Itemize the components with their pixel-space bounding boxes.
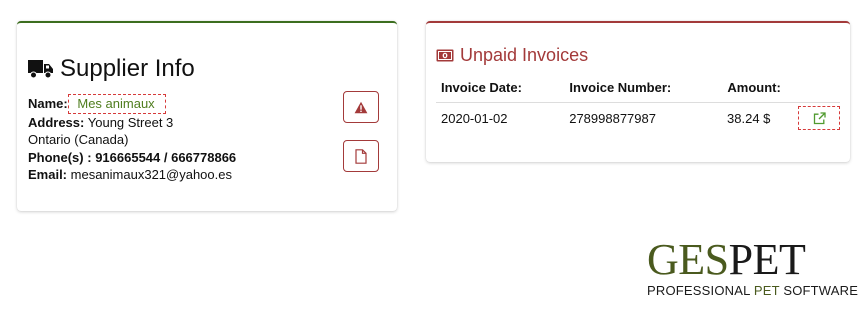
truck-icon — [28, 60, 53, 79]
logo-ges: GES — [647, 235, 729, 284]
invoice-date-cell: 2020-01-02 — [441, 110, 508, 126]
supplier-name-value[interactable]: Mes animaux — [68, 94, 166, 114]
supplier-info-card: Supplier Info Name: Mes animaux Address:… — [17, 21, 397, 211]
logo-tag-b: PET — [753, 283, 780, 298]
supplier-address-row: Address: Young Street 3 — [28, 114, 236, 132]
phone-label: Phone(s) : — [28, 149, 92, 165]
unpaid-invoices-card: Unpaid Invoices Invoice Date: Invoice Nu… — [426, 21, 850, 162]
supplier-phone-row: Phone(s) : 916665544 / 666778866 — [28, 149, 236, 167]
report-issue-button[interactable] — [343, 91, 379, 123]
invoices-table: Invoice Date: Invoice Number: Amount: 20… — [436, 80, 840, 133]
address-line1: Young Street 3 — [87, 114, 174, 130]
supplier-info-header: Supplier Info — [28, 55, 195, 83]
logo-tag-c: SOFTWARE — [779, 283, 859, 298]
email-value: mesanimaux321@yahoo.es — [70, 167, 232, 182]
open-invoice-link[interactable] — [798, 106, 840, 130]
invoice-amount-cell: 38.24 $ — [727, 110, 771, 126]
phone-value: 916665544 / 666778866 — [95, 149, 237, 165]
col-amount: Amount: — [727, 80, 781, 95]
supplier-name-row: Name: Mes animaux — [28, 94, 236, 114]
logo-tag-a: PROFESSIONAL — [647, 283, 754, 298]
money-bill-icon — [436, 49, 454, 62]
supplier-info-title: Supplier Info — [60, 55, 195, 82]
email-label: Email: — [28, 167, 68, 182]
logo-tagline: PROFESSIONAL PET SOFTWARE — [647, 283, 858, 298]
supplier-details: Name: Mes animaux Address: Young Street … — [28, 94, 236, 184]
document-icon — [355, 148, 367, 164]
supplier-address-line2-row: Ontario (Canada) — [28, 131, 236, 149]
col-invoice-number: Invoice Number: — [569, 80, 672, 95]
warning-icon — [354, 101, 368, 113]
table-header: Invoice Date: Invoice Number: Amount: — [436, 80, 840, 103]
supplier-email-row: Email: mesanimaux321@yahoo.es — [28, 166, 236, 184]
logo-pet: PET — [728, 235, 806, 284]
view-document-button[interactable] — [343, 140, 379, 172]
unpaid-invoices-title: Unpaid Invoices — [460, 45, 589, 65]
col-actions — [800, 80, 840, 102]
logo-wordmark: GESPET — [647, 238, 858, 282]
invoice-number-cell: 278998877987 — [569, 110, 656, 126]
table-row: 2020-01-02 278998877987 38.24 $ — [436, 103, 840, 133]
invoice-actions-cell — [798, 106, 840, 130]
unpaid-invoices-header: Unpaid Invoices — [436, 45, 588, 66]
name-label: Name: — [28, 96, 68, 111]
address-label: Address: — [28, 114, 85, 130]
col-invoice-date: Invoice Date: — [441, 80, 522, 95]
gespet-logo: GESPET PROFESSIONAL PET SOFTWARE — [647, 238, 858, 299]
external-link-icon — [813, 111, 826, 124]
address-line2: Ontario (Canada) — [28, 132, 129, 147]
